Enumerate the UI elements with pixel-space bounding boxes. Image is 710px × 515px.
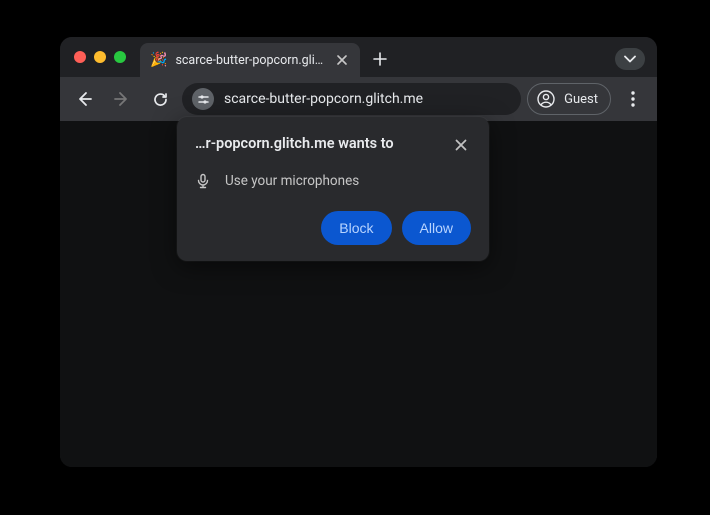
site-settings-button[interactable] xyxy=(192,88,214,110)
plus-icon xyxy=(373,52,387,66)
tab-search-button[interactable] xyxy=(615,48,645,70)
dots-vertical-icon xyxy=(631,91,635,107)
close-icon xyxy=(455,139,467,151)
microphone-icon xyxy=(195,173,211,189)
permission-dialog: …r-popcorn.glitch.me wants to Use your m… xyxy=(177,117,489,261)
address-bar[interactable]: scarce-butter-popcorn.glitch.me xyxy=(182,83,521,115)
back-button[interactable] xyxy=(68,83,100,115)
allow-button[interactable]: Allow xyxy=(402,211,471,245)
profile-label: Guest xyxy=(564,92,598,107)
tune-icon xyxy=(197,93,210,106)
url-text: scarce-butter-popcorn.glitch.me xyxy=(224,91,423,107)
browser-tab[interactable]: 🎉 scarce-butter-popcorn.glitch xyxy=(140,43,360,77)
browser-window: 🎉 scarce-butter-popcorn.glitch xyxy=(60,37,657,467)
close-window-button[interactable] xyxy=(74,51,86,63)
page-content: …r-popcorn.glitch.me wants to Use your m… xyxy=(60,121,657,467)
tab-title: scarce-butter-popcorn.glitch xyxy=(175,53,326,68)
reload-icon xyxy=(152,91,169,108)
window-controls xyxy=(68,51,140,63)
new-tab-button[interactable] xyxy=(366,45,394,73)
chevron-down-icon xyxy=(624,55,636,63)
block-button[interactable]: Block xyxy=(321,211,391,245)
favicon-icon: 🎉 xyxy=(150,53,167,67)
close-icon xyxy=(337,55,347,65)
maximize-window-button[interactable] xyxy=(114,51,126,63)
arrow-left-icon xyxy=(75,90,93,108)
arrow-right-icon xyxy=(113,90,131,108)
permission-label: Use your microphones xyxy=(225,173,359,189)
toolbar: scarce-butter-popcorn.glitch.me Guest xyxy=(60,77,657,121)
profile-button[interactable]: Guest xyxy=(527,83,611,115)
dialog-title: …r-popcorn.glitch.me wants to xyxy=(195,135,394,154)
permission-row: Use your microphones xyxy=(195,173,471,189)
menu-button[interactable] xyxy=(617,83,649,115)
dialog-close-button[interactable] xyxy=(451,135,471,155)
reload-button[interactable] xyxy=(144,83,176,115)
minimize-window-button[interactable] xyxy=(94,51,106,63)
tab-close-button[interactable] xyxy=(334,52,350,68)
guest-avatar-icon xyxy=(536,89,556,109)
forward-button[interactable] xyxy=(106,83,138,115)
tab-strip: 🎉 scarce-butter-popcorn.glitch xyxy=(60,37,657,77)
